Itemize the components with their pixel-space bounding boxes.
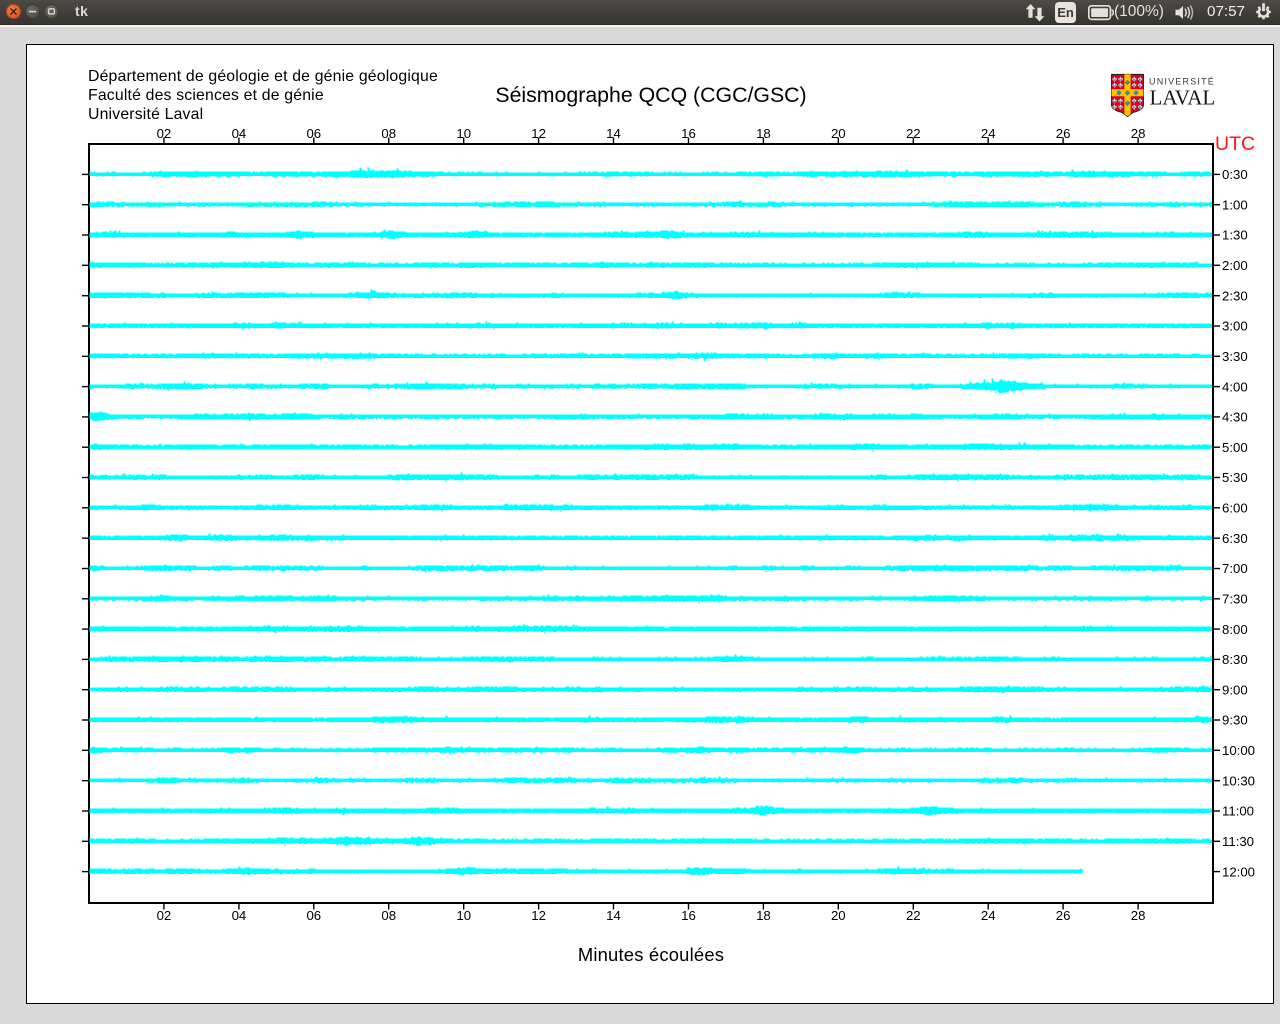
svg-text:22: 22 bbox=[906, 126, 921, 141]
svg-text:08: 08 bbox=[381, 126, 396, 141]
svg-text:11:30: 11:30 bbox=[1222, 834, 1254, 849]
svg-text:20: 20 bbox=[831, 126, 846, 141]
svg-text:8:30: 8:30 bbox=[1222, 652, 1248, 667]
svg-text:7:30: 7:30 bbox=[1222, 592, 1248, 607]
svg-text:7:00: 7:00 bbox=[1222, 561, 1248, 576]
svg-text:4:30: 4:30 bbox=[1222, 410, 1248, 425]
svg-text:10: 10 bbox=[456, 126, 471, 141]
svg-text:18: 18 bbox=[756, 126, 771, 141]
svg-text:9:30: 9:30 bbox=[1222, 713, 1248, 728]
svg-text:12:00: 12:00 bbox=[1222, 864, 1255, 879]
svg-text:08: 08 bbox=[381, 908, 396, 923]
svg-text:11:00: 11:00 bbox=[1222, 804, 1254, 819]
svg-text:1:30: 1:30 bbox=[1222, 228, 1248, 243]
svg-text:9:00: 9:00 bbox=[1222, 682, 1248, 697]
svg-text:26: 26 bbox=[1056, 126, 1071, 141]
svg-text:UTC: UTC bbox=[1215, 133, 1255, 155]
svg-text:02: 02 bbox=[157, 126, 172, 141]
svg-text:14: 14 bbox=[606, 126, 621, 141]
svg-text:3:30: 3:30 bbox=[1222, 349, 1248, 364]
svg-text:12: 12 bbox=[531, 126, 546, 141]
svg-text:24: 24 bbox=[981, 126, 996, 141]
svg-text:12: 12 bbox=[531, 908, 546, 923]
svg-text:16: 16 bbox=[681, 908, 696, 923]
svg-text:06: 06 bbox=[306, 126, 321, 141]
svg-text:28: 28 bbox=[1131, 908, 1146, 923]
svg-text:5:30: 5:30 bbox=[1222, 470, 1248, 485]
svg-text:04: 04 bbox=[232, 126, 247, 141]
svg-text:2:30: 2:30 bbox=[1222, 288, 1248, 303]
svg-text:3:00: 3:00 bbox=[1222, 319, 1248, 334]
svg-text:2:00: 2:00 bbox=[1222, 258, 1248, 273]
svg-text:26: 26 bbox=[1056, 908, 1071, 923]
svg-text:4:00: 4:00 bbox=[1222, 379, 1248, 394]
svg-text:22: 22 bbox=[906, 908, 921, 923]
svg-text:Minutes écoulées: Minutes écoulées bbox=[578, 944, 724, 965]
svg-text:04: 04 bbox=[232, 908, 247, 923]
svg-text:28: 28 bbox=[1131, 126, 1146, 141]
svg-text:10: 10 bbox=[456, 908, 471, 923]
svg-text:02: 02 bbox=[157, 908, 172, 923]
svg-text:16: 16 bbox=[681, 126, 696, 141]
svg-text:18: 18 bbox=[756, 908, 771, 923]
svg-text:0:30: 0:30 bbox=[1222, 167, 1248, 182]
svg-text:10:30: 10:30 bbox=[1222, 773, 1255, 788]
svg-text:24: 24 bbox=[981, 908, 996, 923]
svg-text:06: 06 bbox=[306, 908, 321, 923]
svg-text:8:00: 8:00 bbox=[1222, 622, 1248, 637]
svg-text:6:00: 6:00 bbox=[1222, 501, 1248, 516]
svg-text:14: 14 bbox=[606, 908, 621, 923]
svg-text:1:00: 1:00 bbox=[1222, 197, 1248, 212]
svg-text:20: 20 bbox=[831, 908, 846, 923]
svg-text:5:00: 5:00 bbox=[1222, 440, 1248, 455]
svg-text:10:00: 10:00 bbox=[1222, 743, 1255, 758]
svg-text:6:30: 6:30 bbox=[1222, 531, 1248, 546]
